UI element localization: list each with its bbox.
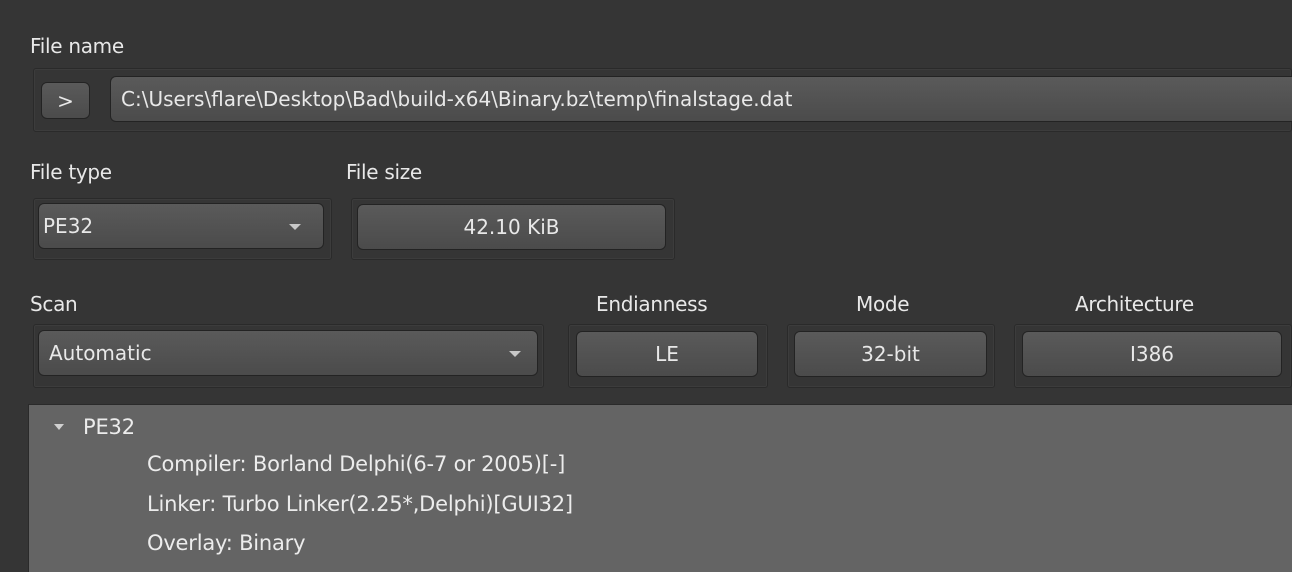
file-type-value: PE32 bbox=[43, 214, 94, 238]
file-path-input[interactable]: C:\Users\flare\Desktop\Bad\build-x64\Bin… bbox=[110, 76, 1292, 122]
file-size-label: File size bbox=[346, 160, 422, 184]
file-type-select[interactable]: PE32 bbox=[38, 203, 324, 249]
result-item-compiler[interactable]: Compiler: Borland Delphi(6-7 or 2005)[-] bbox=[147, 452, 565, 476]
endianness-field: LE bbox=[576, 331, 758, 377]
browse-button[interactable]: > bbox=[41, 82, 90, 119]
chevron-down-icon bbox=[289, 224, 301, 230]
file-path-text: C:\Users\flare\Desktop\Bad\build-x64\Bin… bbox=[121, 87, 793, 111]
file-type-label: File type bbox=[30, 160, 112, 184]
result-item-linker[interactable]: Linker: Turbo Linker(2.25*,Delphi)[GUI32… bbox=[147, 492, 573, 516]
expand-arrow-icon[interactable] bbox=[54, 424, 64, 430]
result-root-node[interactable]: PE32 bbox=[83, 415, 135, 439]
detect-it-easy-panel: File name > C:\Users\flare\Desktop\Bad\b… bbox=[0, 0, 1292, 572]
result-item-overlay[interactable]: Overlay: Binary bbox=[147, 531, 306, 555]
scan-label: Scan bbox=[30, 292, 78, 316]
mode-label: Mode bbox=[856, 292, 910, 316]
architecture-field: I386 bbox=[1022, 331, 1282, 377]
endianness-label: Endianness bbox=[596, 292, 708, 316]
mode-field: 32-bit bbox=[794, 331, 987, 377]
file-size-field: 42.10 KiB bbox=[357, 204, 666, 250]
scan-results-tree[interactable]: PE32 Compiler: Borland Delphi(6-7 or 200… bbox=[28, 404, 1292, 572]
file-name-label: File name bbox=[30, 34, 124, 58]
chevron-down-icon bbox=[509, 351, 521, 357]
scan-mode-value: Automatic bbox=[49, 341, 152, 365]
architecture-label: Architecture bbox=[1075, 292, 1194, 316]
scan-mode-select[interactable]: Automatic bbox=[38, 330, 538, 376]
